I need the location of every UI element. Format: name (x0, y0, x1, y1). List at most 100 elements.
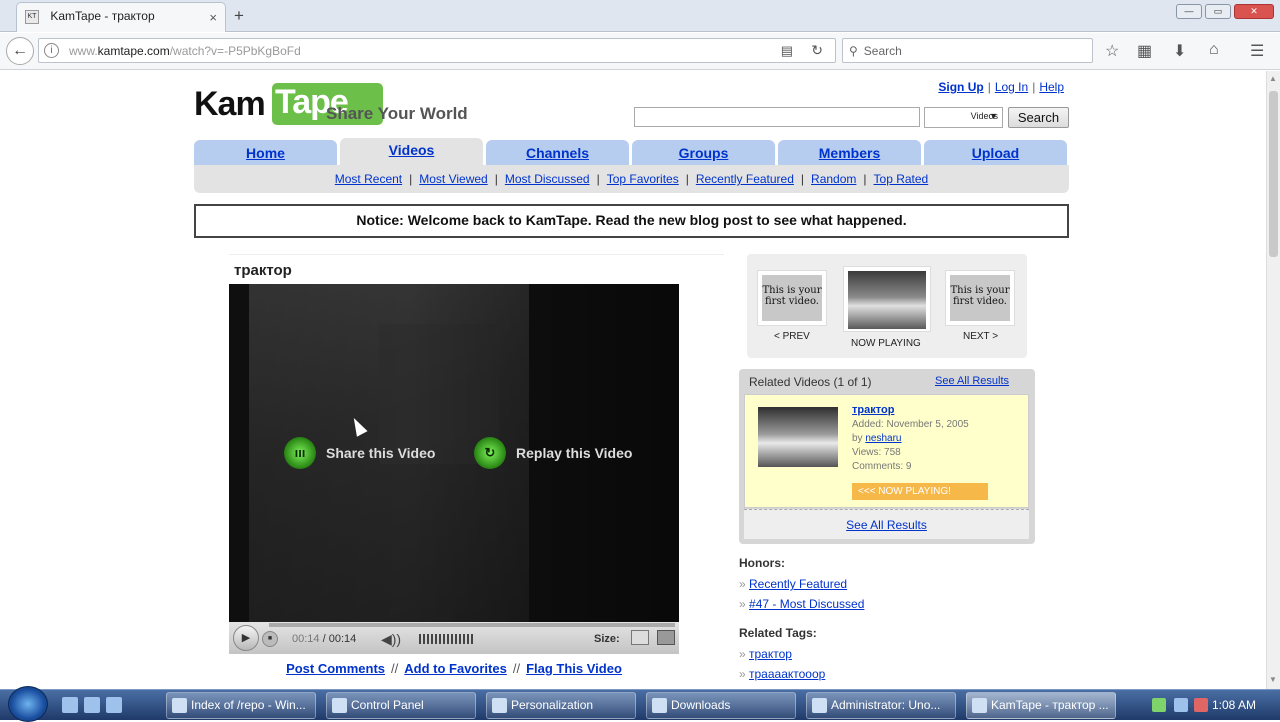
scroll-down-icon[interactable]: ▼ (1269, 675, 1277, 684)
subnav-most-discussed[interactable]: Most Discussed (505, 172, 590, 186)
replay-video-button[interactable]: ↻ Replay this Video (474, 437, 632, 469)
related-video-thumb[interactable] (758, 407, 838, 467)
tab-channels[interactable]: Channels (486, 140, 629, 165)
show-desktop-icon[interactable] (62, 697, 78, 713)
scroll-up-icon[interactable]: ▲ (1269, 74, 1277, 83)
related-video-title[interactable]: трактор (852, 404, 894, 416)
video-action-links: Post Comments//Add to Favorites//Flag Th… (286, 661, 622, 676)
network-icon[interactable] (1152, 698, 1166, 712)
subnav-most-recent[interactable]: Most Recent (335, 172, 402, 186)
volume-muted-icon[interactable] (1194, 698, 1208, 712)
taskbar-button[interactable]: Personalization (486, 692, 636, 719)
flag-video-link[interactable]: Flag This Video (526, 661, 622, 676)
close-window-icon[interactable]: ✕ (1234, 4, 1274, 19)
search-button[interactable]: Search (1008, 107, 1069, 128)
related-video-user[interactable]: nesharu (865, 433, 901, 444)
related-tags-title: Related Tags: (739, 626, 817, 640)
start-button[interactable] (8, 686, 48, 722)
ie-icon[interactable] (106, 697, 122, 713)
tab-home[interactable]: Home (194, 140, 337, 165)
new-tab-icon[interactable]: + (234, 6, 244, 26)
share-video-button[interactable]: ııı Share this Video (284, 437, 435, 469)
site-search-input[interactable] (634, 107, 920, 127)
honor-item[interactable]: Recently Featured (749, 577, 847, 591)
clock[interactable]: 1:08 AM (1212, 698, 1256, 712)
info-icon[interactable]: i (44, 43, 59, 58)
scrollbar-thumb[interactable] (1269, 91, 1278, 257)
subnav-recently-featured[interactable]: Recently Featured (696, 172, 794, 186)
browser-tab[interactable]: KT KamTape - трактор × (16, 2, 226, 32)
taskbar-button[interactable]: Administrator: Uno... (806, 692, 956, 719)
next-label[interactable]: NEXT > (963, 331, 998, 342)
prev-video-thumb[interactable]: This is your first video. (757, 270, 827, 326)
related-header: Related Videos (1 of 1) (749, 375, 872, 389)
stop-icon[interactable]: ■ (262, 631, 278, 647)
taskbar-button[interactable]: Downloads (646, 692, 796, 719)
player-controls: ▶ ■ 00:14 / 00:14 ◀)) Size: (229, 622, 679, 654)
main-tabs: Home Videos Channels Groups Members Uplo… (194, 138, 1069, 165)
see-all-results-footer-link[interactable]: See All Results (846, 518, 927, 532)
subnav-random[interactable]: Random (811, 172, 856, 186)
taskbar-button[interactable]: Control Panel (326, 692, 476, 719)
video-navigator: This is your first video. < PREV NOW PLA… (747, 254, 1027, 358)
taskbar-button[interactable]: Index of /repo - Win... (166, 692, 316, 719)
subnav-most-viewed[interactable]: Most Viewed (419, 172, 487, 186)
tab-title: KamTape - трактор (50, 9, 155, 23)
taskbar-button[interactable]: KamTape - трактор ... (966, 692, 1116, 719)
reload-icon[interactable]: ↻ (811, 42, 823, 59)
star-icon[interactable]: ☆ (1105, 41, 1119, 61)
tab-videos[interactable]: Videos (340, 138, 483, 165)
video-player[interactable]: ııı Share this Video ↻ Replay this Video (229, 284, 679, 624)
next-video-thumb[interactable]: This is your first video. (945, 270, 1015, 326)
browser-search-input[interactable]: ⚲ Search (842, 38, 1093, 63)
fullscreen-icon[interactable] (657, 630, 675, 645)
tab-upload[interactable]: Upload (924, 140, 1067, 165)
related-video-info: трактор Added: November 5, 2005 by nesha… (852, 404, 969, 472)
related-videos-panel: Related Videos (1 of 1) See All Results … (739, 369, 1035, 544)
video-title-bar: трактор (229, 254, 724, 284)
see-all-results-link[interactable]: See All Results (935, 375, 1009, 387)
subnav-top-favorites[interactable]: Top Favorites (607, 172, 679, 186)
reader-view-icon[interactable]: ▤ (781, 43, 793, 59)
explorer-icon[interactable] (84, 697, 100, 713)
minimize-icon[interactable]: — (1176, 4, 1202, 19)
tab-members[interactable]: Members (778, 140, 921, 165)
subnav-top-rated[interactable]: Top Rated (874, 172, 929, 186)
sign-up-link[interactable]: Sign Up (938, 80, 983, 94)
prev-label[interactable]: < PREV (774, 331, 810, 342)
tag-item[interactable]: траааактооор (749, 667, 825, 681)
page-scrollbar[interactable]: ▲ ▼ (1266, 71, 1280, 689)
related-footer: See All Results (744, 509, 1029, 539)
tag-item[interactable]: трактор (749, 647, 792, 661)
share-icon: ııı (284, 437, 316, 469)
maximize-icon[interactable]: ▭ (1205, 4, 1231, 19)
volume-icon[interactable]: ◀)) (381, 631, 401, 648)
play-icon[interactable]: ▶ (233, 625, 259, 651)
reading-list-icon[interactable]: ▦ (1137, 41, 1152, 61)
add-favorites-link[interactable]: Add to Favorites (404, 661, 507, 676)
now-playing-label: NOW PLAYING (851, 338, 921, 349)
url-bar[interactable]: i www.kamtape.com/watch?v=-P5PbKgBoFd ▤ … (38, 38, 836, 63)
folder-icon (652, 698, 667, 713)
menu-icon[interactable]: ☰ (1250, 41, 1264, 61)
log-in-link[interactable]: Log In (995, 80, 1028, 94)
browser-tab-bar: KT KamTape - трактор × + — ▭ ✕ (0, 0, 1280, 32)
back-arrow-icon[interactable]: ← (6, 37, 34, 65)
search-type-select[interactable]: Videos ▼ (924, 107, 1003, 128)
honor-item[interactable]: #47 - Most Discussed (749, 597, 864, 611)
progress-bar[interactable] (269, 623, 675, 627)
notice-banner: Notice: Welcome back to KamTape. Read th… (194, 204, 1069, 238)
now-playing-thumb[interactable] (843, 266, 931, 332)
help-link[interactable]: Help (1039, 80, 1064, 94)
close-tab-icon[interactable]: × (209, 10, 217, 25)
monitor-icon[interactable] (1174, 698, 1188, 712)
volume-slider[interactable] (419, 634, 473, 644)
download-icon[interactable]: ⬇ (1173, 41, 1186, 61)
post-comments-link[interactable]: Post Comments (286, 661, 385, 676)
normal-size-icon[interactable] (631, 630, 649, 645)
quick-launch (62, 697, 122, 713)
url-text[interactable]: www.kamtape.com/watch?v=-P5PbKgBoFd (69, 44, 301, 58)
tab-groups[interactable]: Groups (632, 140, 775, 165)
control-panel-icon (332, 698, 347, 713)
home-icon[interactable]: ⌂ (1209, 41, 1219, 59)
